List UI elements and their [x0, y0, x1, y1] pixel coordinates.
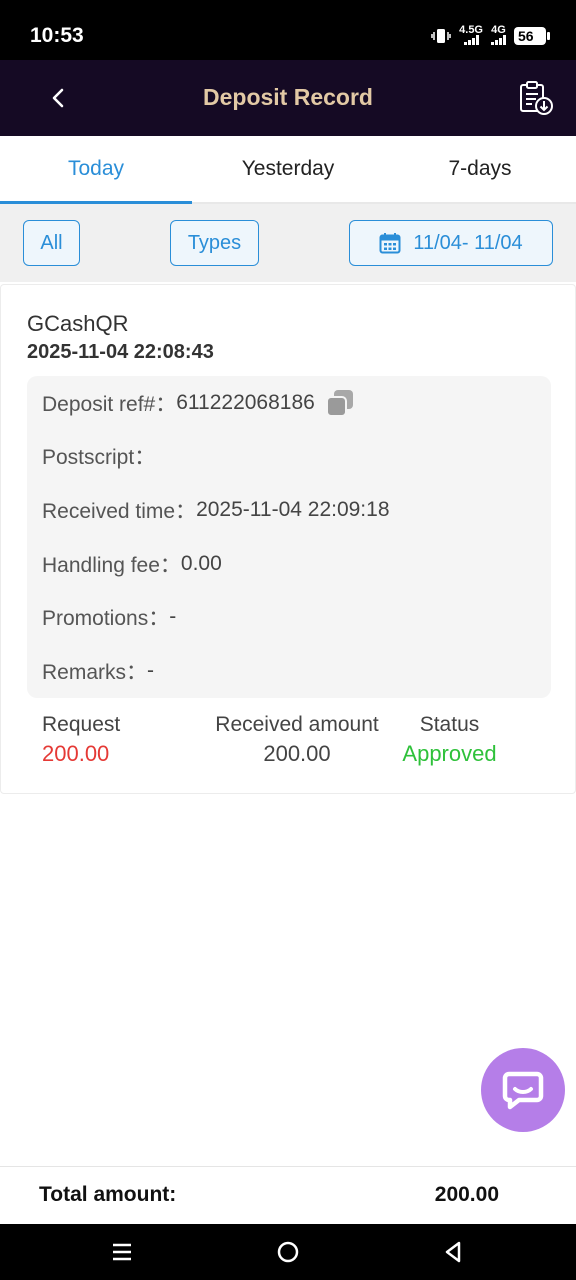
app-header: Deposit Record	[0, 60, 576, 136]
status-label: Status	[419, 713, 480, 736]
deposit-record-card: GCashQR 2025-11-04 22:08:43 Deposit ref#…	[0, 284, 576, 794]
export-record-button[interactable]	[516, 78, 556, 118]
back-nav-button[interactable]	[438, 1238, 468, 1266]
calendar-icon	[379, 233, 401, 254]
deposit-ref-row: Deposit ref#： 611222068186	[42, 388, 355, 418]
request-value: 200.00	[42, 741, 110, 766]
signal-icon-2: 4G	[491, 24, 506, 45]
remarks-label: Remarks：	[42, 661, 148, 684]
vibrate-icon	[431, 27, 451, 45]
received-amount-value: 200.00	[263, 741, 331, 766]
total-amount-label: Total amount:	[39, 1183, 177, 1206]
total-amount-value: 200.00	[434, 1183, 499, 1206]
record-summary: Request 200.00 Received amount 200.00 St…	[1, 713, 576, 783]
battery-icon: 56	[514, 26, 550, 45]
back-button[interactable]	[40, 80, 76, 116]
status-value: Approved	[402, 741, 497, 766]
chat-bubble-icon	[502, 1071, 544, 1110]
home-button[interactable]	[273, 1238, 303, 1266]
handling-fee-row: Handling fee： 0.00	[42, 549, 222, 579]
received-amount-label: Received amount	[215, 713, 379, 736]
tab-yesterday[interactable]: Yesterday	[192, 136, 384, 202]
recent-apps-button[interactable]	[107, 1238, 137, 1266]
network-label-1: 4.5G	[459, 24, 483, 36]
total-bar: Total amount: 200.00	[0, 1166, 576, 1224]
date-range-label: 11/04- 11/04	[413, 231, 523, 254]
handling-fee-value: 0.00	[180, 552, 222, 575]
copy-icon[interactable]	[325, 388, 355, 418]
status-icons: 4.5G 4G 56	[431, 24, 550, 45]
payment-method: GCashQR	[27, 311, 129, 336]
received-time-value: 2025-11-04 22:09:18	[196, 498, 390, 521]
remarks-value: -	[147, 659, 155, 682]
deposit-ref-value: 611222068186	[176, 391, 315, 414]
filter-bar: All Types 11/04- 11/04	[0, 204, 576, 282]
live-chat-button[interactable]	[481, 1048, 565, 1132]
tab-today[interactable]: Today	[0, 136, 192, 204]
status-bar: 10:53 4.5G 4G 56	[0, 0, 576, 60]
battery-level: 56	[518, 27, 534, 44]
record-details: Deposit ref#： 611222068186 Postscript： R…	[27, 376, 551, 698]
promotions-label: Promotions：	[42, 607, 170, 630]
request-label: Request	[42, 713, 121, 736]
clipboard-download-icon	[520, 81, 553, 115]
filter-all-button[interactable]: All	[23, 220, 80, 266]
back-triangle-icon	[445, 1241, 461, 1263]
received-time-label: Received time：	[42, 500, 197, 523]
filter-types-button[interactable]: Types	[170, 220, 259, 266]
home-circle-icon	[277, 1241, 299, 1263]
record-created-time: 2025-11-04 22:08:43	[27, 341, 214, 363]
received-column: Received amount 200.00	[208, 713, 386, 767]
request-column: Request 200.00	[42, 713, 120, 767]
date-tabs: Today Yesterday 7-days	[0, 136, 576, 204]
handling-fee-label: Handling fee：	[42, 554, 181, 577]
postscript-label: Postscript：	[42, 446, 156, 469]
received-time-row: Received time： 2025-11-04 22:09:18	[42, 495, 390, 525]
status-time: 10:53	[30, 24, 84, 47]
signal-icon-1: 4.5G	[459, 24, 483, 45]
page-title: Deposit Record	[203, 84, 373, 110]
menu-icon	[113, 1243, 131, 1261]
promotions-value: -	[169, 605, 177, 628]
tab-7-days[interactable]: 7-days	[384, 136, 576, 202]
remarks-row: Remarks： -	[42, 656, 154, 686]
postscript-row: Postscript：	[42, 441, 155, 471]
network-label-2: 4G	[491, 24, 506, 36]
deposit-ref-label: Deposit ref#：	[42, 393, 177, 416]
system-nav-bar	[0, 1224, 576, 1280]
promotions-row: Promotions： -	[42, 602, 176, 632]
status-column: Status Approved	[401, 713, 498, 767]
date-range-button[interactable]: 11/04- 11/04	[349, 220, 553, 266]
chevron-left-icon	[52, 88, 64, 108]
